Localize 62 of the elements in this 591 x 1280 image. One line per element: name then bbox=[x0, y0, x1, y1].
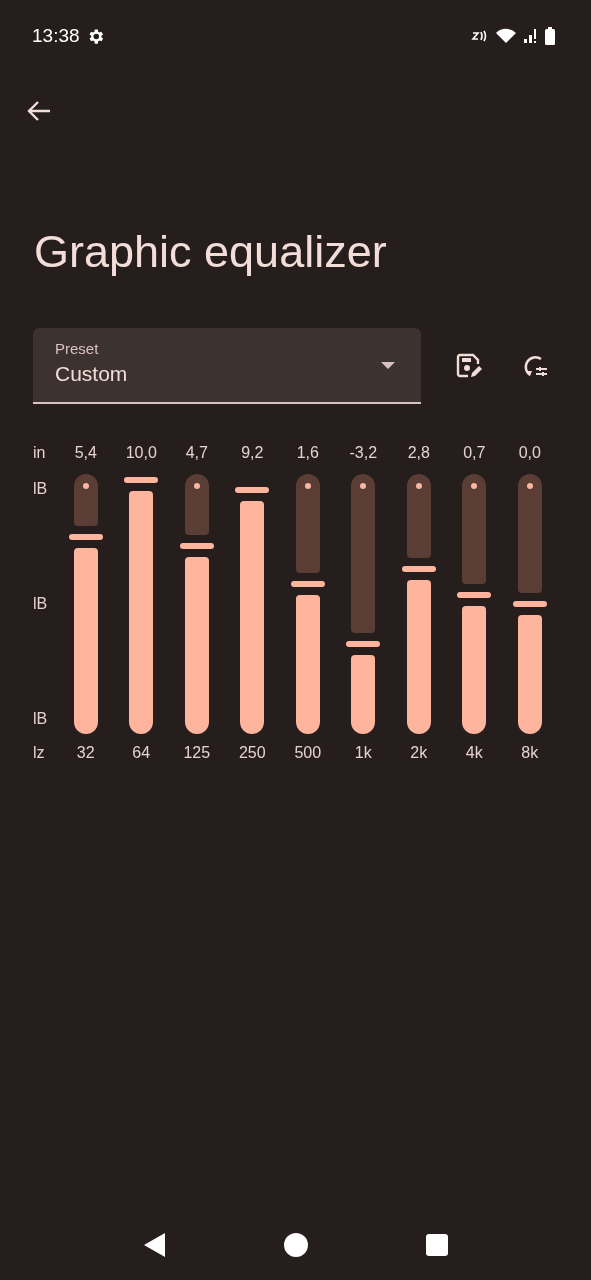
gain-value: 4,7 bbox=[185, 443, 208, 463]
eq-slider[interactable] bbox=[178, 474, 215, 734]
nfc-icon bbox=[471, 29, 489, 43]
frequency-label: 4k bbox=[465, 743, 483, 763]
signal-icon bbox=[523, 28, 539, 44]
gain-value: 0,7 bbox=[463, 443, 486, 463]
back-nav-icon[interactable] bbox=[143, 1233, 166, 1257]
axis-label: lB bbox=[33, 709, 48, 729]
slider-track-inactive bbox=[184, 474, 209, 535]
status-time: 13:38 bbox=[32, 25, 80, 47]
stop-indicator bbox=[304, 483, 311, 489]
frequency-label: 8k bbox=[521, 743, 539, 763]
stop-indicator bbox=[471, 483, 478, 489]
dropdown-caret-icon bbox=[381, 362, 395, 370]
eq-slider[interactable] bbox=[123, 474, 160, 734]
axis-label: lB bbox=[33, 479, 48, 499]
page-title: Graphic equalizer bbox=[34, 226, 388, 278]
recents-nav-icon[interactable] bbox=[425, 1234, 448, 1256]
eq-slider[interactable] bbox=[456, 474, 493, 734]
stop-indicator bbox=[193, 483, 200, 489]
slider-track-inactive bbox=[73, 474, 98, 527]
slider-thumb[interactable] bbox=[457, 592, 492, 599]
frequency-label: 125 bbox=[183, 743, 211, 763]
slider-thumb[interactable] bbox=[235, 486, 270, 493]
gain-value: 9,2 bbox=[241, 443, 264, 463]
stop-indicator bbox=[526, 483, 533, 489]
home-nav-icon[interactable] bbox=[283, 1233, 308, 1257]
gain-value: 10,0 bbox=[125, 443, 157, 463]
slider-thumb[interactable] bbox=[68, 534, 103, 541]
eq-slider[interactable] bbox=[67, 474, 104, 734]
slider-thumb[interactable] bbox=[401, 566, 436, 573]
gain-value: 2,8 bbox=[407, 443, 430, 463]
slider-thumb[interactable] bbox=[290, 581, 325, 588]
axis-label: lB bbox=[33, 594, 48, 614]
gain-value: 5,4 bbox=[74, 443, 97, 463]
axis-label: lz bbox=[33, 743, 45, 763]
frequency-label: 2k bbox=[410, 743, 428, 763]
gain-value: 0,0 bbox=[518, 443, 541, 463]
field-value: Custom bbox=[55, 362, 128, 386]
frequency-label: 250 bbox=[238, 743, 266, 763]
eq-slider[interactable] bbox=[511, 474, 548, 734]
frequency-label: 1k bbox=[354, 743, 372, 763]
field-label: Preset bbox=[55, 340, 99, 357]
frequency-label: 32 bbox=[76, 743, 95, 763]
gain-value: 1,6 bbox=[296, 443, 319, 463]
battery-icon bbox=[545, 27, 555, 45]
eq-slider[interactable] bbox=[289, 474, 326, 734]
slider-thumb[interactable] bbox=[346, 640, 381, 647]
eq-slider[interactable] bbox=[345, 474, 382, 734]
stop-indicator bbox=[82, 483, 89, 489]
slider-thumb[interactable] bbox=[179, 542, 214, 549]
slider-thumb[interactable] bbox=[124, 477, 159, 483]
gain-value: -3,2 bbox=[349, 443, 378, 463]
stop-indicator bbox=[415, 483, 422, 489]
eq-slider[interactable] bbox=[400, 474, 437, 734]
slider-thumb[interactable] bbox=[512, 601, 547, 607]
axis-label: in bbox=[33, 443, 46, 463]
stop-indicator bbox=[360, 483, 367, 489]
wifi-icon bbox=[495, 28, 517, 44]
preset-dropdown[interactable]: Preset Custom bbox=[33, 328, 421, 404]
frequency-label: 64 bbox=[132, 743, 151, 763]
frequency-label: 500 bbox=[294, 743, 322, 763]
